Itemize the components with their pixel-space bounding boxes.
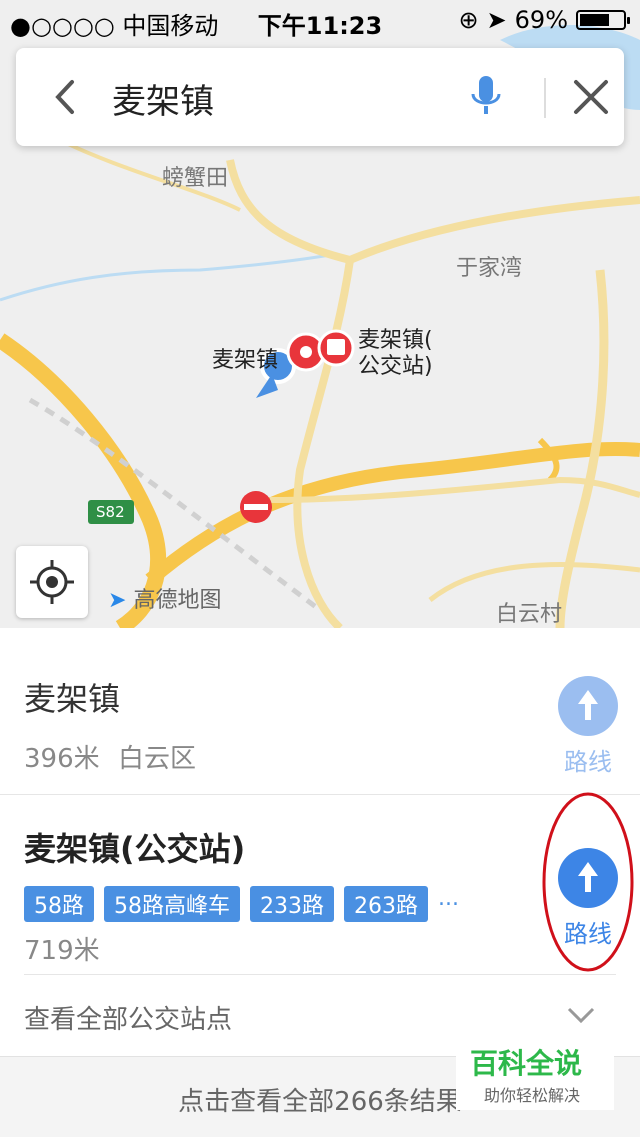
chevron-down-icon [567, 1007, 595, 1024]
result-item[interactable]: 麦架镇 396米 白云区 路线 [0, 628, 640, 795]
locate-me-button[interactable] [16, 546, 88, 618]
battery-icon [576, 10, 630, 30]
search-divider [544, 78, 546, 118]
map-label-crab-field: 螃蟹田 [162, 166, 229, 191]
bus-line-tag[interactable]: 58路 [24, 886, 94, 922]
result-title: 麦架镇(公交站) [24, 830, 246, 868]
route-label[interactable]: 路线 [548, 742, 628, 777]
amap-logo: ➤ 高德地图 [108, 582, 221, 614]
lock-rotation-icon: ⊕ [458, 6, 479, 34]
result-district: 白云区 [118, 744, 197, 774]
close-icon[interactable] [568, 74, 614, 120]
route-arrow-icon [578, 690, 598, 720]
result-distance: 396米 [24, 744, 100, 774]
location-arrow-icon: ➤ [486, 6, 507, 34]
battery-percent: 69% [514, 6, 568, 34]
bus-line-tag[interactable]: 58路高峰车 [104, 886, 240, 922]
map-label-bus-station-2: 公交站) [358, 354, 433, 379]
bus-line-tags: 58路 58路高峰车 233路 263路 ... [24, 886, 459, 922]
status-right: ⊕ ➤ 69% [458, 6, 630, 34]
search-bar: 麦架镇 [16, 48, 624, 146]
watermark: 百科全说 助你轻松解决 [456, 1036, 614, 1110]
result-title: 麦架镇 [24, 680, 121, 718]
highway-label: S82 [96, 503, 125, 521]
route-button[interactable] [558, 676, 618, 736]
amap-logo-text: 高德地图 [133, 588, 222, 613]
result-distance: 719米 [24, 936, 100, 966]
watermark-subtitle: 助你轻松解决 [484, 1086, 581, 1105]
watermark-title: 百科全说 [470, 1047, 583, 1080]
map-label-maijiazhen: 麦架镇 [212, 348, 279, 373]
view-all-stations-label: 查看全部公交站点 [24, 1005, 233, 1035]
microphone-icon[interactable] [460, 70, 512, 122]
red-circle-annotation [542, 792, 634, 972]
map-label-yujiawan: 于家湾 [456, 256, 523, 281]
map-label-baiyuncun: 白云村 [496, 602, 563, 627]
status-bar: ●○○○○ 中国移动 下午11:23 ⊕ ➤ 69% [0, 0, 640, 40]
bus-line-tag[interactable]: 263路 [344, 886, 428, 922]
search-input[interactable]: 麦架镇 [112, 74, 214, 123]
bus-line-tag[interactable]: 233路 [250, 886, 334, 922]
back-arrow-icon[interactable] [44, 74, 90, 120]
crosshair-icon [30, 560, 74, 604]
more-lines[interactable]: ... [438, 886, 459, 922]
amap-logo-icon: ➤ [108, 588, 127, 613]
